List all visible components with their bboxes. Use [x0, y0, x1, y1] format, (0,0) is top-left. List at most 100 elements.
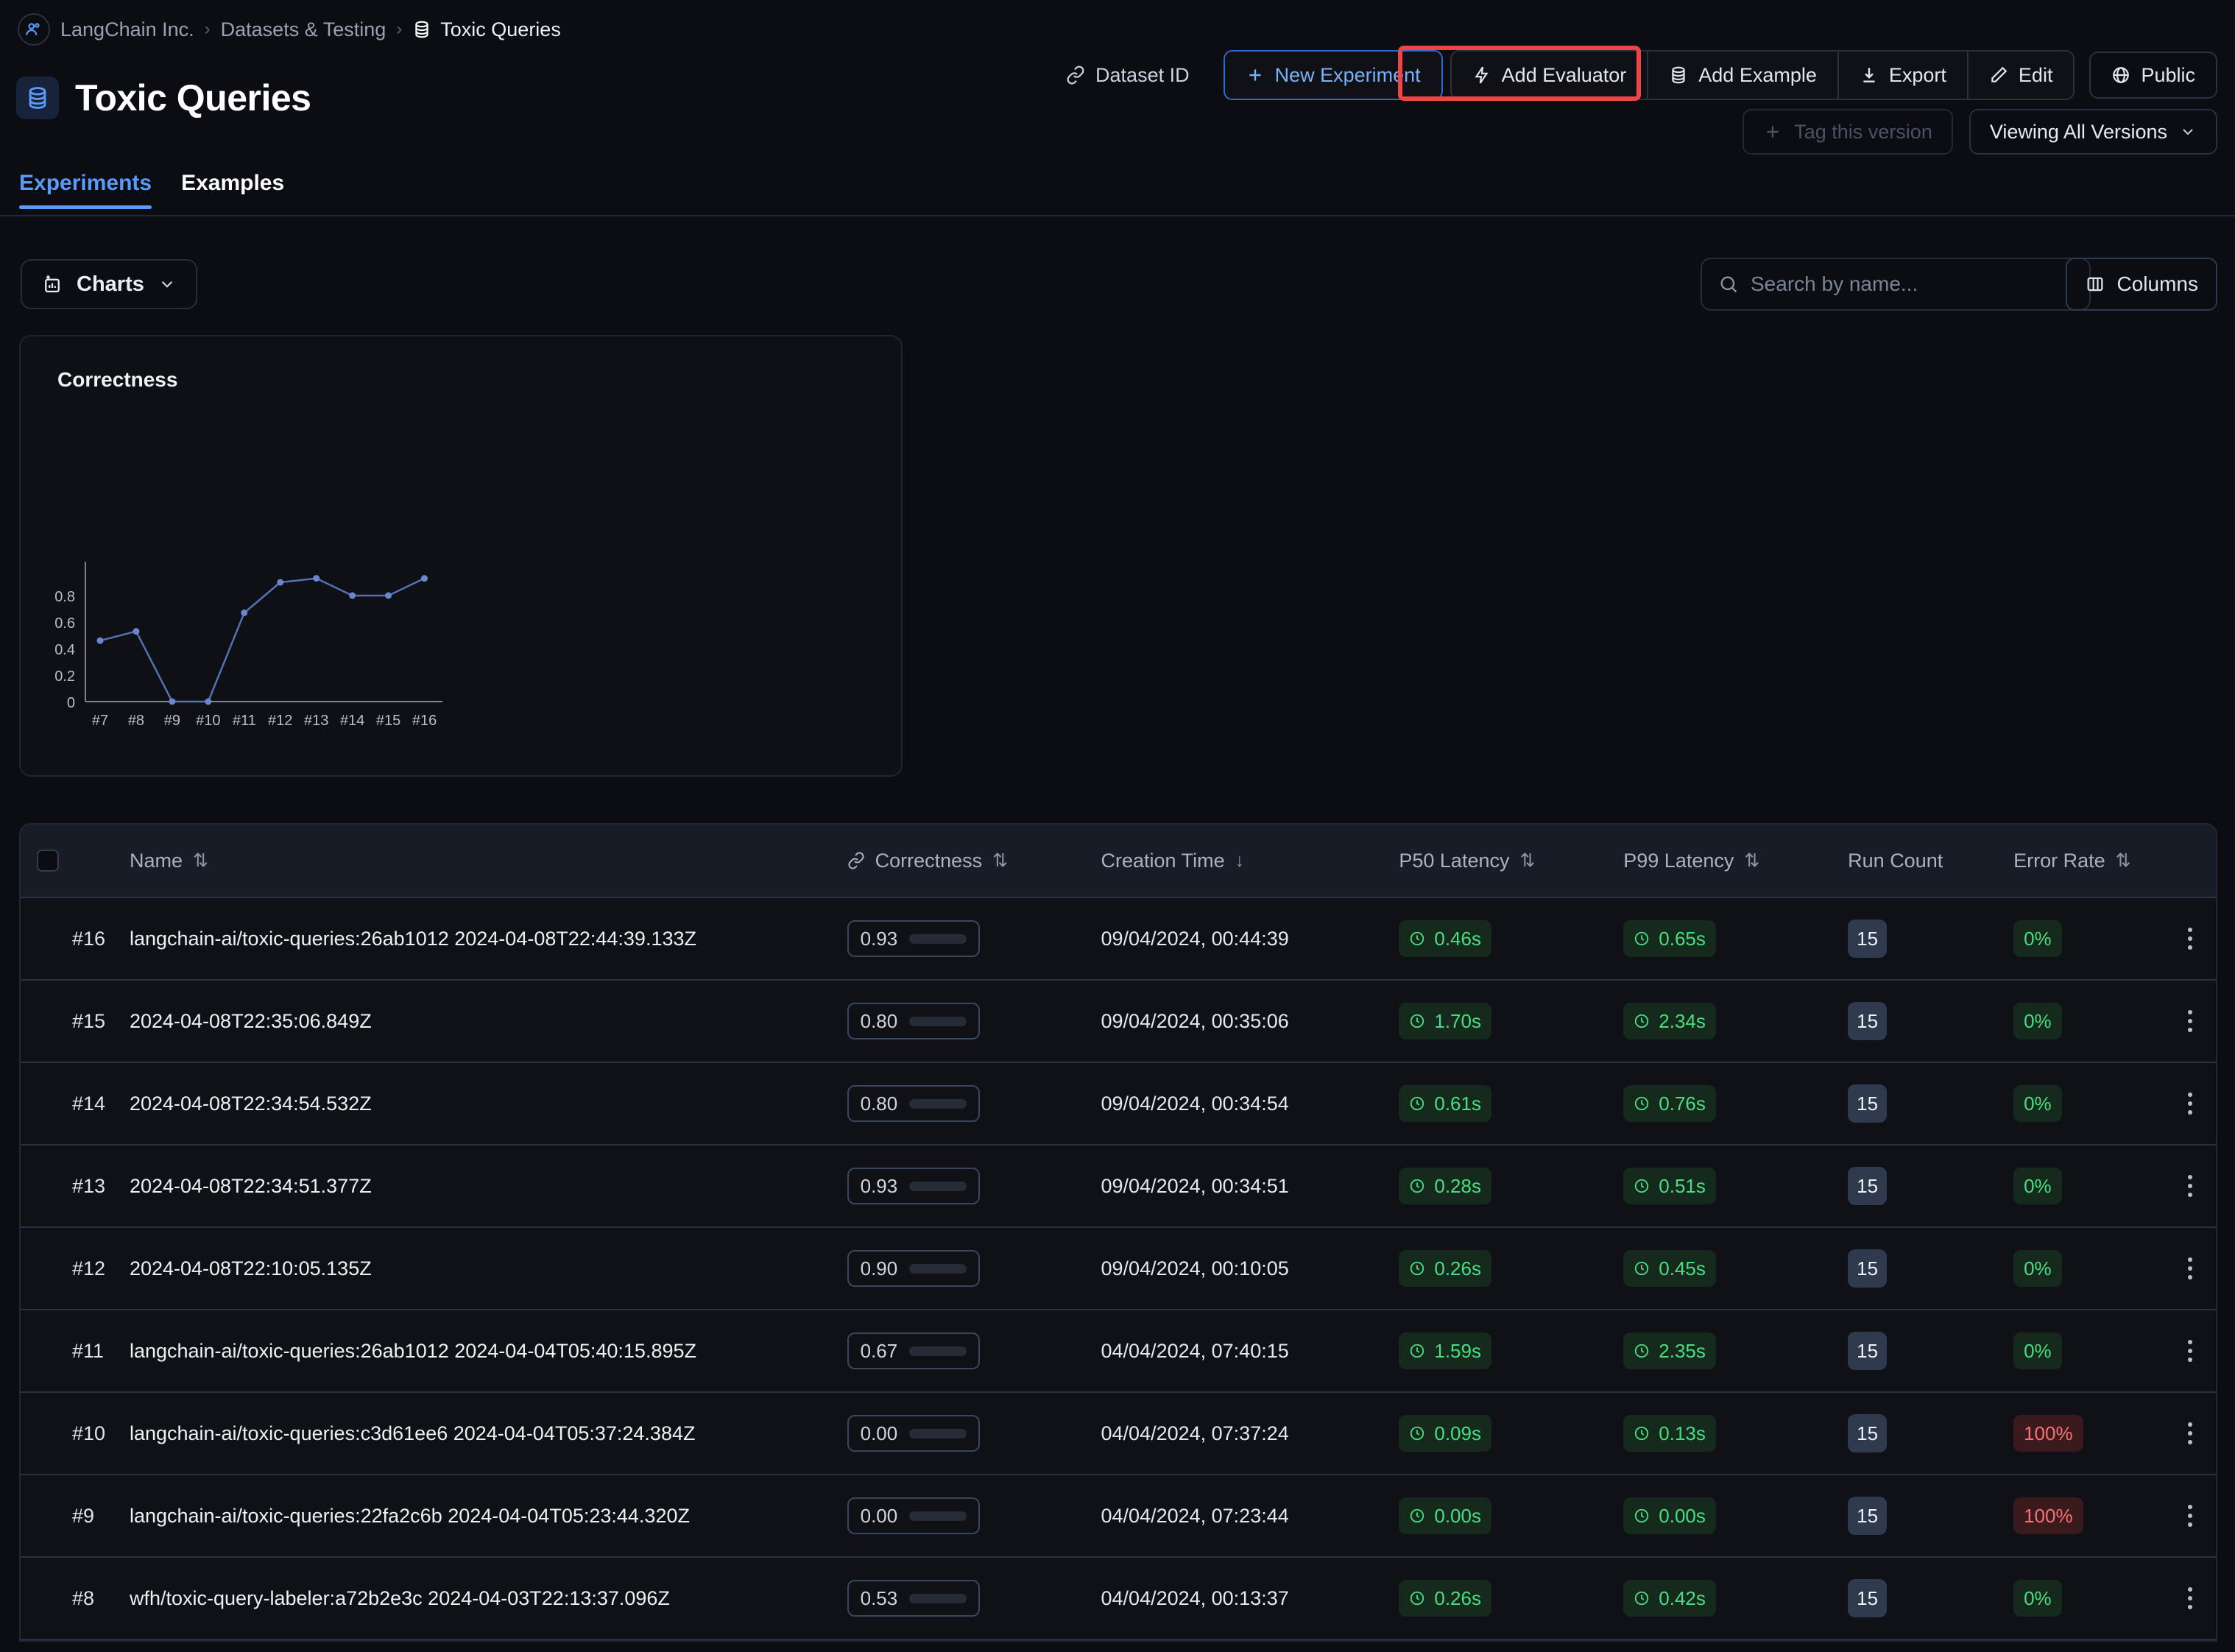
add-evaluator-button[interactable]: Add Evaluator — [1451, 52, 1649, 99]
row-run-count-cell: 15 — [1848, 1249, 2013, 1288]
more-options-icon[interactable] — [2188, 1422, 2192, 1444]
row-name[interactable]: langchain-ai/toxic-queries:22fa2c6b 2024… — [130, 1505, 847, 1528]
search-input[interactable] — [1751, 272, 2073, 296]
more-options-icon[interactable] — [2188, 1092, 2192, 1115]
row-error-rate-cell: 0% — [2013, 1168, 2164, 1204]
row-name[interactable]: langchain-ai/toxic-queries:26ab1012 2024… — [130, 928, 847, 950]
table-row[interactable]: #13 2024-04-08T22:34:51.377Z 0.93 09/04/202… — [21, 1146, 2216, 1228]
select-all-checkbox[interactable] — [37, 850, 59, 872]
select-all-cell[interactable] — [21, 850, 72, 872]
more-options-icon[interactable] — [2188, 928, 2192, 950]
row-creation-time: 04/04/2024, 07:40:15 — [1101, 1339, 1289, 1362]
column-header-run-count[interactable]: Run Count — [1848, 850, 2013, 872]
row-run-count-cell: 15 — [1848, 1579, 2013, 1617]
new-experiment-button[interactable]: New Experiment — [1224, 52, 1441, 99]
row-menu-cell[interactable] — [2164, 1587, 2216, 1609]
correctness-bar-track — [909, 1016, 967, 1026]
correctness-value: 0.53 — [860, 1586, 898, 1609]
breadcrumb-current[interactable]: Toxic Queries — [412, 18, 561, 41]
column-header-error-rate[interactable]: Error Rate ⇅ — [2013, 850, 2164, 872]
row-index: #13 — [71, 1174, 106, 1197]
column-header-creation-time[interactable]: Creation Time ↓ — [1101, 850, 1399, 872]
breadcrumb-org[interactable]: LangChain Inc. — [60, 18, 194, 41]
more-options-icon[interactable] — [2188, 1340, 2192, 1362]
tab-examples[interactable]: Examples — [181, 171, 284, 208]
row-name[interactable]: langchain-ai/toxic-queries:26ab1012 2024… — [130, 1340, 847, 1363]
edit-button[interactable]: Edit — [1968, 52, 2074, 99]
run-count-badge: 15 — [1848, 1249, 1888, 1288]
row-menu-cell[interactable] — [2164, 928, 2216, 950]
row-menu-cell[interactable] — [2164, 1340, 2216, 1362]
public-button[interactable]: Public — [2089, 52, 2217, 99]
row-menu-cell[interactable] — [2164, 1092, 2216, 1115]
row-menu-cell[interactable] — [2164, 1257, 2216, 1279]
sort-both-icon[interactable]: ⇅ — [992, 850, 1008, 872]
more-options-icon[interactable] — [2188, 1257, 2192, 1279]
svg-text:#7: #7 — [92, 713, 108, 729]
tab-experiments[interactable]: Experiments — [19, 171, 152, 209]
table-row[interactable]: #16 langchain-ai/toxic-queries:26ab1012 2… — [21, 898, 2216, 981]
database-icon — [16, 77, 59, 119]
row-menu-cell[interactable] — [2164, 1422, 2216, 1444]
row-correctness-cell: 0.80 — [847, 1003, 1101, 1039]
svg-text:0: 0 — [67, 695, 75, 711]
clock-icon — [1409, 1343, 1425, 1359]
columns-button[interactable]: Columns — [2065, 258, 2217, 311]
column-header-correctness[interactable]: Correctness ⇅ — [847, 850, 1101, 872]
run-count-badge: 15 — [1848, 1002, 1888, 1040]
table-row[interactable]: #11 langchain-ai/toxic-queries:26ab1012 2… — [21, 1310, 2216, 1393]
table-row[interactable]: #8 wfh/toxic-query-labeler:a72b2e3c 2024-… — [21, 1558, 2216, 1640]
column-header-name[interactable]: Name ⇅ — [130, 850, 847, 872]
sort-both-icon[interactable]: ⇅ — [1744, 850, 1759, 872]
row-error-rate-cell: 0% — [2013, 1250, 2164, 1287]
row-name[interactable]: 2024-04-08T22:10:05.135Z — [130, 1257, 847, 1280]
row-correctness-cell: 0.00 — [847, 1415, 1101, 1452]
sort-both-icon[interactable]: ⇅ — [1519, 850, 1535, 872]
tag-version-button[interactable]: Tag this version — [1743, 109, 1953, 155]
row-name[interactable]: 2024-04-08T22:34:51.377Z — [130, 1175, 847, 1198]
p99-latency-badge: 2.34s — [1623, 1003, 1716, 1039]
viewing-versions-dropdown[interactable]: Viewing All Versions — [1969, 109, 2217, 155]
row-p99-cell: 0.76s — [1623, 1085, 1848, 1122]
correctness-bar-track — [909, 1181, 967, 1191]
sort-both-icon[interactable]: ⇅ — [2116, 850, 2131, 872]
column-header-p99-latency[interactable]: P99 Latency ⇅ — [1623, 850, 1848, 872]
p99-latency-badge: 0.76s — [1623, 1085, 1716, 1122]
more-options-icon[interactable] — [2188, 1587, 2192, 1609]
table-body: #16 langchain-ai/toxic-queries:26ab1012 2… — [21, 898, 2216, 1640]
sort-both-icon[interactable]: ⇅ — [193, 850, 208, 872]
row-name[interactable]: wfh/toxic-query-labeler:a72b2e3c 2024-04… — [130, 1587, 847, 1610]
table-row[interactable]: #9 langchain-ai/toxic-queries:22fa2c6b 20… — [21, 1475, 2216, 1558]
correctness-bar-track — [909, 1346, 967, 1356]
row-name[interactable]: 2024-04-08T22:34:54.532Z — [130, 1092, 847, 1115]
row-menu-cell[interactable] — [2164, 1010, 2216, 1032]
more-options-icon[interactable] — [2188, 1505, 2192, 1527]
p50-latency-badge: 0.00s — [1399, 1497, 1491, 1534]
export-button[interactable]: Export — [1838, 52, 1969, 99]
column-header-p50-latency[interactable]: P50 Latency ⇅ — [1399, 850, 1623, 872]
table-row[interactable]: #15 2024-04-08T22:35:06.849Z 0.80 09/04/202… — [21, 981, 2216, 1063]
run-count-badge: 15 — [1848, 919, 1888, 958]
svg-text:#15: #15 — [376, 713, 400, 729]
more-options-icon[interactable] — [2188, 1175, 2192, 1197]
run-count-badge: 15 — [1848, 1414, 1888, 1452]
charts-dropdown-button[interactable]: Charts — [21, 259, 197, 309]
svg-text:0.2: 0.2 — [54, 668, 75, 685]
pencil-icon — [1989, 66, 2008, 85]
row-menu-cell[interactable] — [2164, 1505, 2216, 1527]
sort-desc-icon[interactable]: ↓ — [1235, 850, 1245, 872]
breadcrumb-datasets[interactable]: Datasets & Testing — [221, 18, 386, 41]
row-menu-cell[interactable] — [2164, 1175, 2216, 1197]
table-row[interactable]: #14 2024-04-08T22:34:54.532Z 0.80 09/04/202… — [21, 1063, 2216, 1146]
table-row[interactable]: #10 langchain-ai/toxic-queries:c3d61ee6 2… — [21, 1393, 2216, 1475]
row-name[interactable]: langchain-ai/toxic-queries:c3d61ee6 2024… — [130, 1422, 847, 1445]
row-name[interactable]: 2024-04-08T22:35:06.849Z — [130, 1010, 847, 1033]
add-example-button[interactable]: Add Example — [1648, 52, 1839, 99]
dataset-id-button[interactable]: Dataset ID — [1047, 52, 1209, 99]
search-box[interactable] — [1701, 258, 2091, 311]
more-options-icon[interactable] — [2188, 1010, 2192, 1032]
row-p99-cell: 0.42s — [1623, 1580, 1848, 1617]
table-row[interactable]: #12 2024-04-08T22:10:05.135Z 0.90 09/04/202… — [21, 1228, 2216, 1310]
version-controls: Tag this version Viewing All Versions — [1743, 109, 2217, 155]
correctness-chip: 0.80 — [847, 1003, 981, 1039]
